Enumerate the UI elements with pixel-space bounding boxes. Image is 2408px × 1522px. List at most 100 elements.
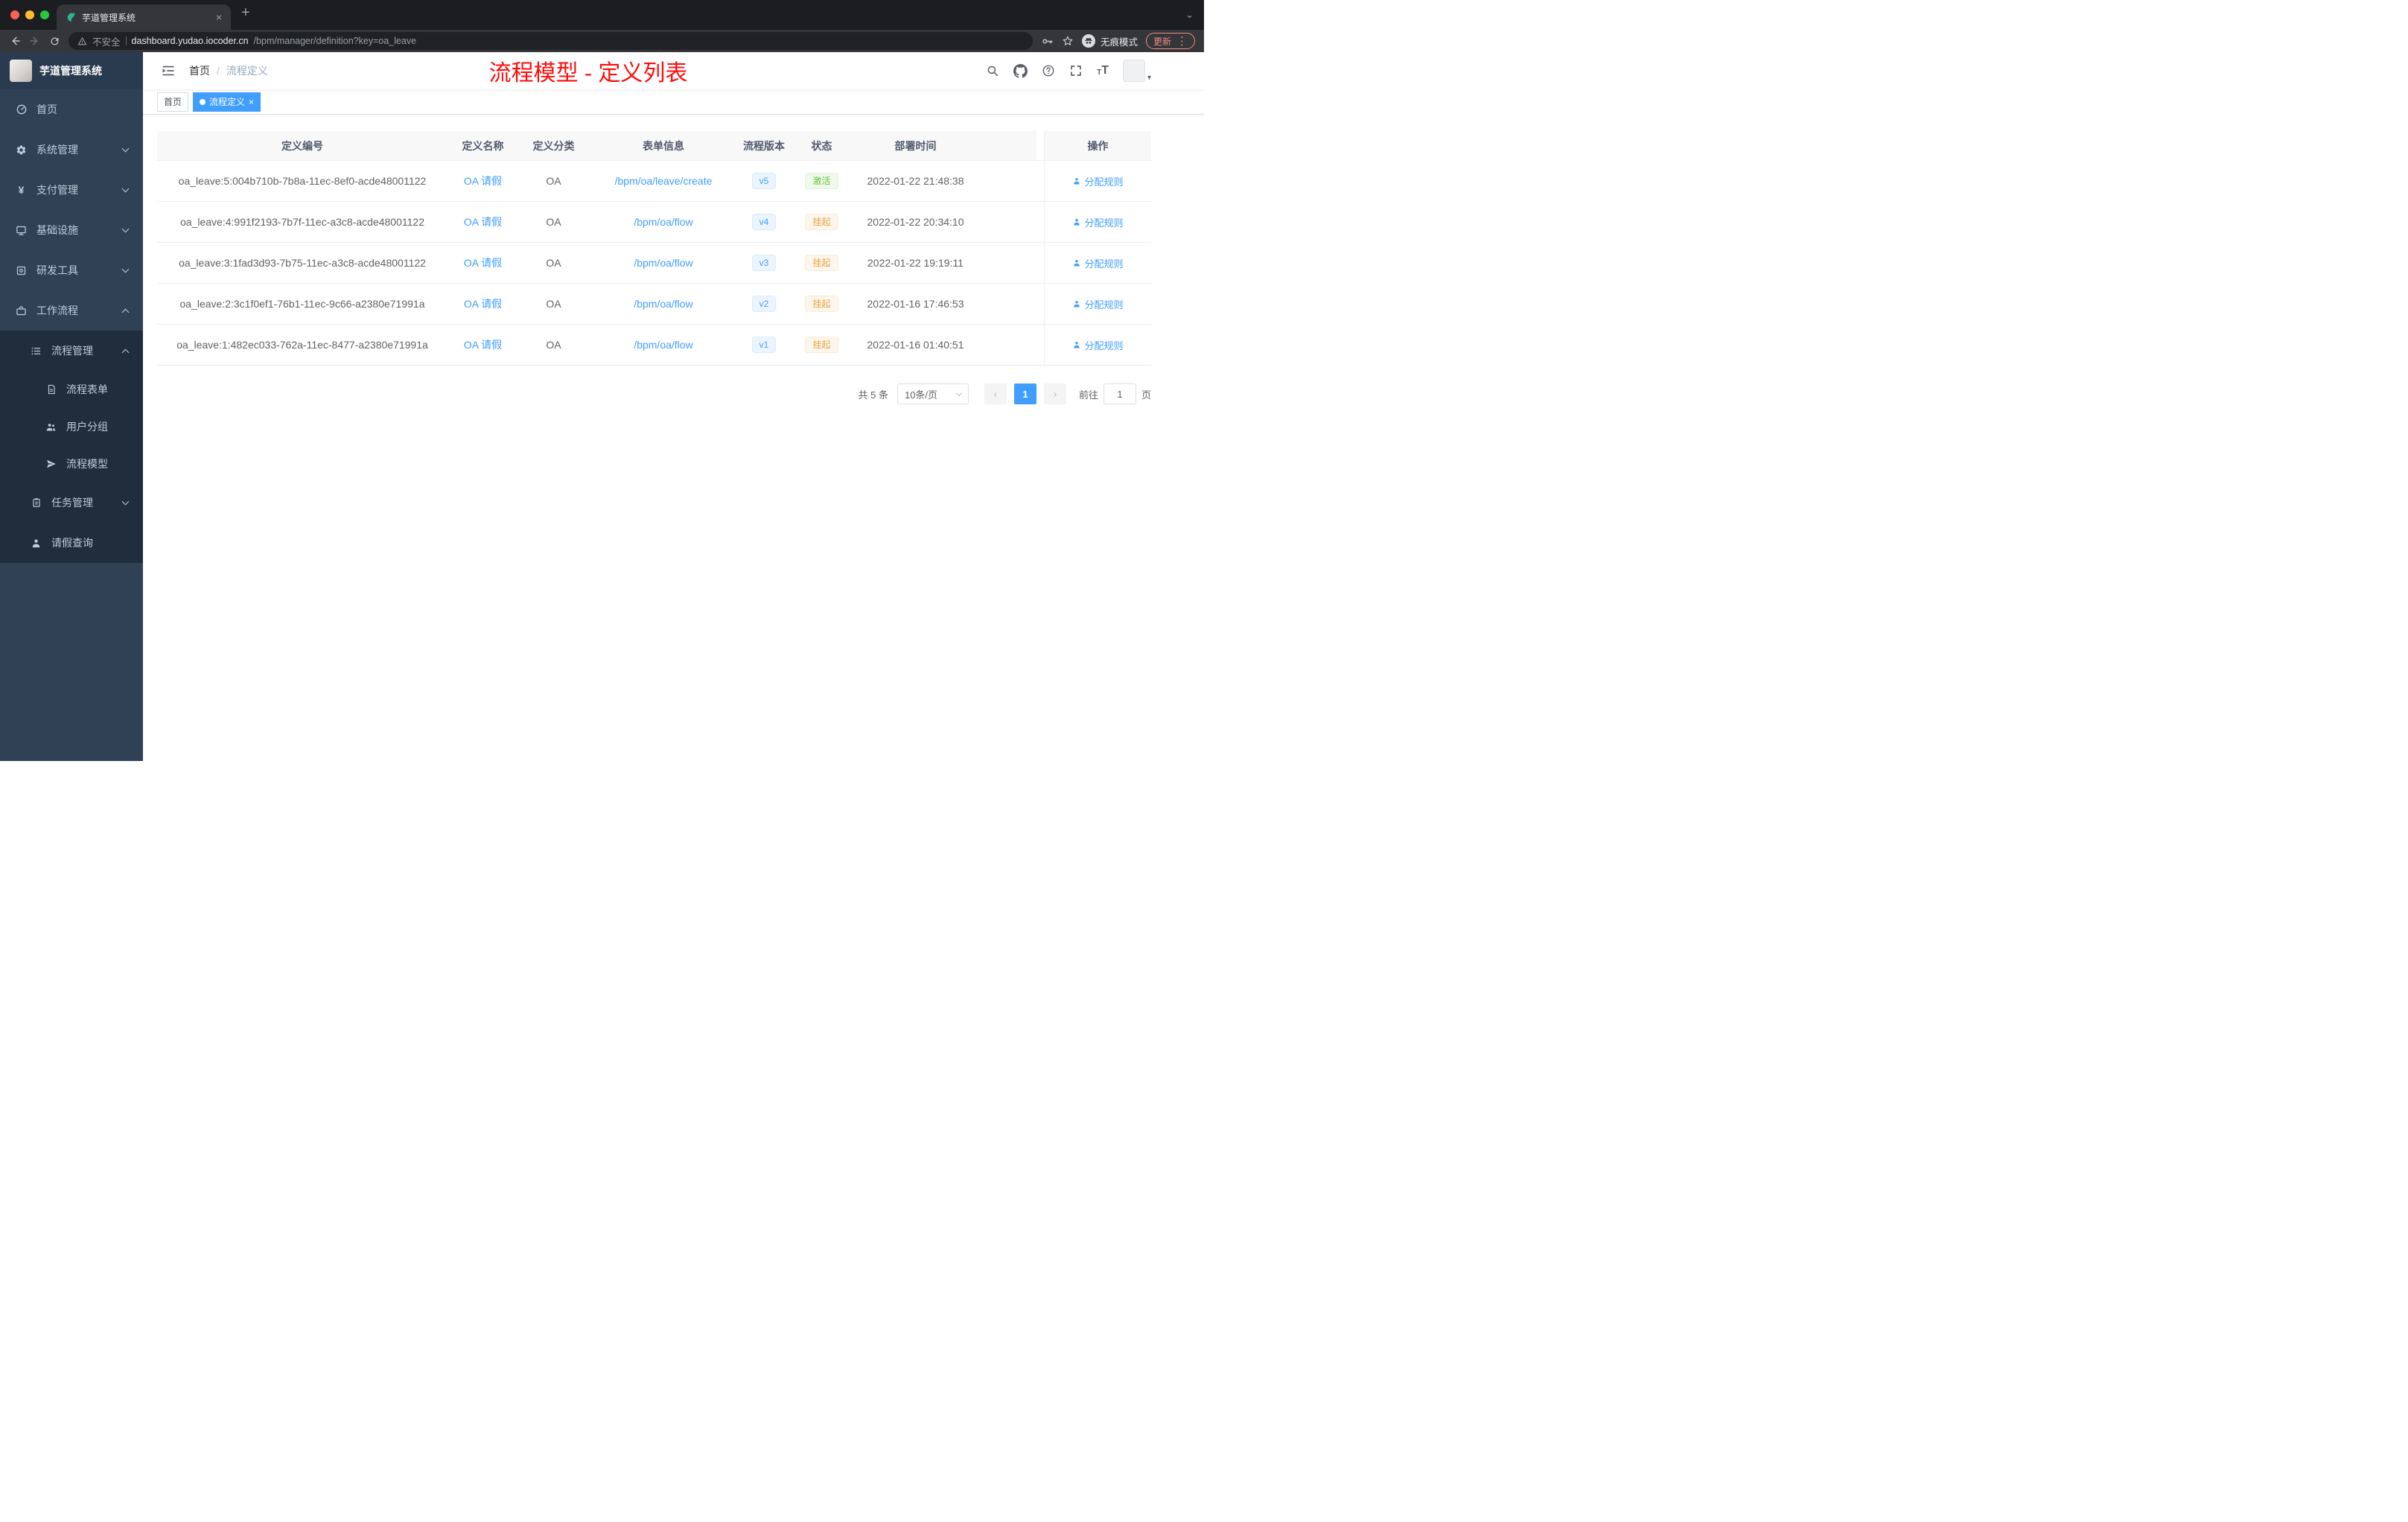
browser-tab[interactable]: 芋道管理系统 × bbox=[57, 4, 231, 30]
cell-filler bbox=[978, 284, 1036, 324]
col-action: 操作 bbox=[1044, 131, 1151, 160]
cell-definition-id: oa_leave:4:991f2193-7b7f-11ec-a3c8-acde4… bbox=[180, 216, 424, 228]
sidebar-item-label: 流程表单 bbox=[66, 383, 108, 395]
cell-definition-id: oa_leave:3:1fad3d93-7b75-11ec-a3c8-acde4… bbox=[179, 257, 426, 269]
sidebar-item-process-management[interactable]: 流程管理 bbox=[0, 331, 143, 371]
sidebar-item-user-group[interactable]: 用户分组 bbox=[0, 408, 143, 445]
cell-deployed: 2022-01-16 17:46:53 bbox=[867, 298, 964, 310]
url-bar[interactable]: 不安全 dashboard.yudao.iocoder.cn/bpm/manag… bbox=[69, 32, 1033, 50]
bookmark-star-icon[interactable] bbox=[1062, 35, 1074, 47]
sidebar-item-process-form[interactable]: 流程表单 bbox=[0, 371, 143, 408]
prev-page-button[interactable]: ‹ bbox=[984, 383, 1007, 404]
table-row: oa_leave:2:3c1f0ef1-76b1-11ec-9c66-a2380… bbox=[157, 284, 1151, 325]
cell-deployed: 2022-01-22 19:19:11 bbox=[867, 257, 963, 269]
sidebar-item-leave-query[interactable]: 请假查询 bbox=[0, 523, 143, 563]
table-header-row: 定义编号 定义名称 定义分类 表单信息 流程版本 状态 部署时间 操作 bbox=[157, 131, 1151, 161]
user-avatar[interactable]: ▾ bbox=[1122, 60, 1151, 82]
assign-rule-link[interactable]: 分配规则 bbox=[1072, 215, 1124, 229]
assign-rule-link[interactable]: 分配规则 bbox=[1072, 338, 1124, 352]
status-badge: 挂起 bbox=[805, 337, 838, 353]
tab-close-icon[interactable]: × bbox=[216, 12, 222, 22]
goto-page-input[interactable] bbox=[1103, 383, 1136, 404]
table-row: oa_leave:3:1fad3d93-7b75-11ec-a3c8-acde4… bbox=[157, 243, 1151, 284]
form-link[interactable]: /bpm/oa/flow bbox=[634, 257, 692, 269]
form-link[interactable]: /bpm/oa/flow bbox=[634, 339, 692, 351]
form-link[interactable]: /bpm/oa/flow bbox=[634, 298, 692, 310]
person-icon bbox=[30, 537, 42, 550]
definition-name-link[interactable]: OA 请假 bbox=[464, 173, 502, 188]
sidebar-item-system[interactable]: 系统管理 bbox=[0, 130, 143, 170]
page-size-value: 10条/页 bbox=[904, 389, 938, 401]
reload-icon[interactable] bbox=[49, 36, 60, 47]
window-minimize-button[interactable] bbox=[25, 10, 34, 19]
font-size-icon[interactable]: TT bbox=[1097, 65, 1109, 77]
cell-filler bbox=[978, 325, 1036, 365]
forward-icon[interactable] bbox=[29, 35, 41, 47]
screen: 芋道管理系统 × + ⌄ 不安全 dashboard.yudao.iocoder… bbox=[0, 0, 1204, 761]
pagination: 共 5 条 10条/页 ‹ 1 › 前往 页 bbox=[157, 383, 1151, 404]
assign-rule-link[interactable]: 分配规则 bbox=[1072, 174, 1124, 188]
url-path: /bpm/manager/definition?key=oa_leave bbox=[253, 36, 417, 46]
definition-name-link[interactable]: OA 请假 bbox=[464, 296, 502, 311]
cell-category: OA bbox=[546, 339, 561, 351]
sidebar-item-home[interactable]: 首页 bbox=[0, 89, 143, 130]
col-gutter bbox=[1036, 131, 1044, 160]
fullscreen-icon[interactable] bbox=[1069, 64, 1083, 77]
back-icon[interactable] bbox=[9, 35, 21, 47]
definition-table: 定义编号 定义名称 定义分类 表单信息 流程版本 状态 部署时间 操作 oa_l… bbox=[157, 131, 1151, 366]
tabstrip-chevron-icon[interactable]: ⌄ bbox=[1185, 9, 1194, 21]
cell-category: OA bbox=[546, 216, 561, 228]
status-badge: 激活 bbox=[805, 173, 838, 189]
assign-rule-link[interactable]: 分配规则 bbox=[1072, 256, 1124, 270]
definition-name-link[interactable]: OA 请假 bbox=[464, 337, 502, 352]
tag-process-definition[interactable]: 流程定义 × bbox=[193, 92, 261, 112]
window-close-button[interactable] bbox=[10, 10, 19, 19]
help-icon[interactable] bbox=[1042, 64, 1055, 77]
sidebar-item-devtools[interactable]: 研发工具 bbox=[0, 250, 143, 290]
breadcrumb-current: 流程定义 bbox=[226, 65, 268, 77]
cell-deployed: 2022-01-16 01:40:51 bbox=[867, 339, 964, 351]
update-button[interactable]: 更新 ⋮ bbox=[1145, 33, 1195, 49]
tag-home[interactable]: 首页 bbox=[157, 92, 189, 112]
tab-title: 芋道管理系统 bbox=[82, 12, 136, 23]
cell-deployed: 2022-01-22 20:34:10 bbox=[867, 216, 964, 228]
breadcrumb-separator: / bbox=[217, 65, 220, 77]
definition-name-link[interactable]: OA 请假 bbox=[464, 214, 502, 229]
version-badge: v1 bbox=[751, 337, 777, 353]
chevron-down-icon bbox=[121, 265, 130, 273]
browser-menu-kebab-icon[interactable]: ⋮ bbox=[1176, 34, 1188, 48]
password-key-icon[interactable] bbox=[1041, 35, 1054, 48]
hamburger-icon[interactable] bbox=[161, 63, 176, 78]
sidebar-item-workflow[interactable]: 工作流程 bbox=[0, 290, 143, 331]
status-badge: 挂起 bbox=[805, 214, 838, 230]
window-zoom-button[interactable] bbox=[40, 10, 49, 19]
cell-definition-id: oa_leave:5:004b710b-7b8a-11ec-8ef0-acde4… bbox=[178, 175, 427, 187]
new-tab-button[interactable]: + bbox=[241, 5, 250, 20]
form-link[interactable]: /bpm/oa/flow bbox=[634, 216, 692, 228]
pagination-total: 共 5 条 bbox=[858, 389, 888, 401]
search-icon[interactable] bbox=[986, 64, 999, 77]
breadcrumb-home[interactable]: 首页 bbox=[189, 63, 210, 78]
page-number-1[interactable]: 1 bbox=[1013, 383, 1036, 404]
cell-filler bbox=[978, 202, 1036, 242]
version-badge: v3 bbox=[751, 255, 777, 271]
sidebar-item-infrastructure[interactable]: 基础设施 bbox=[0, 210, 143, 250]
select-caret-icon bbox=[955, 389, 963, 396]
dashboard-icon bbox=[15, 104, 28, 116]
col-form-info: 表单信息 bbox=[589, 131, 738, 160]
form-link[interactable]: /bpm/oa/leave/create bbox=[615, 175, 713, 187]
sidebar: 芋道管理系统 首页 系统管理 ¥ 支付管理 基础设施 研发工具 工作流程 流程管… bbox=[0, 52, 143, 761]
sidebar-item-task-management[interactable]: 任务管理 bbox=[0, 483, 143, 523]
goto-label: 前往 bbox=[1078, 389, 1098, 401]
definition-name-link[interactable]: OA 请假 bbox=[464, 255, 502, 270]
github-icon[interactable] bbox=[1013, 63, 1028, 78]
tags-view: 首页 流程定义 × bbox=[143, 89, 1204, 115]
sidebar-item-payment[interactable]: ¥ 支付管理 bbox=[0, 170, 143, 210]
page-size-select[interactable]: 10条/页 bbox=[896, 383, 969, 404]
cell-definition-id: oa_leave:1:482ec033-762a-11ec-8477-a2380… bbox=[176, 339, 428, 351]
sidebar-item-process-model[interactable]: 流程模型 bbox=[0, 445, 143, 483]
tag-close-icon[interactable]: × bbox=[249, 98, 254, 106]
assign-rule-link[interactable]: 分配规则 bbox=[1072, 297, 1124, 311]
next-page-button[interactable]: › bbox=[1043, 383, 1066, 404]
page-unit-label: 页 bbox=[1141, 389, 1151, 401]
